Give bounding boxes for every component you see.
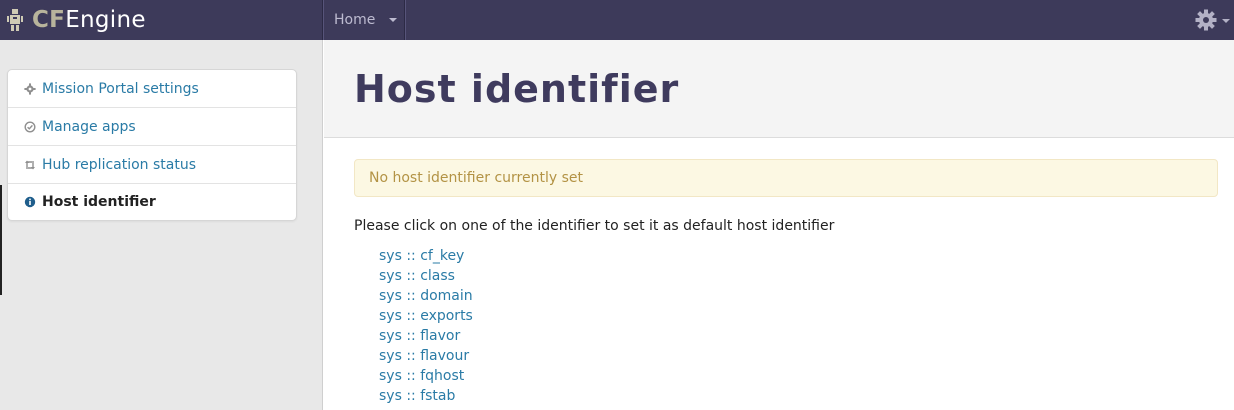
list-item: sys :: domain: [379, 286, 473, 306]
settings-menu-button[interactable]: [1192, 6, 1232, 34]
identifier-link[interactable]: sys :: fstab: [379, 388, 455, 404]
list-item: sys :: flavor: [379, 326, 473, 346]
identifier-link[interactable]: sys :: exports: [379, 308, 473, 324]
top-navbar: CFEngine Home: [0, 0, 1234, 40]
home-menu-dropdown[interactable]: Home: [323, 0, 405, 40]
identifier-link[interactable]: sys :: flavour: [379, 348, 469, 364]
check-circle-icon: [24, 120, 36, 133]
page-title: Host identifier: [354, 67, 680, 111]
sidebar-item-label: Mission Portal settings: [42, 80, 199, 97]
warning-alert: No host identifier currently set: [354, 159, 1218, 197]
list-item: sys :: cf_key: [379, 246, 473, 266]
window-edge-marker: [0, 185, 2, 295]
sidebar-item-label: Host identifier: [42, 194, 156, 210]
sidebar-item-manage-apps[interactable]: Manage apps: [8, 108, 296, 146]
instructions-text: Please click on one of the identifier to…: [354, 218, 835, 234]
sidebar-item-label: Manage apps: [42, 118, 136, 135]
identifier-link[interactable]: sys :: class: [379, 268, 455, 284]
chevron-down-icon: [1222, 19, 1230, 23]
identifier-link[interactable]: sys :: cf_key: [379, 248, 464, 264]
main-content: Host identifier No host identifier curre…: [324, 40, 1234, 410]
list-item: sys :: flavour: [379, 346, 473, 366]
brand-name: CFEngine: [32, 4, 146, 36]
cfengine-logo[interactable]: CFEngine: [6, 4, 146, 36]
sidebar-item-label: Hub replication status: [42, 156, 197, 173]
chevron-down-icon: [389, 18, 397, 22]
nav-divider: [405, 0, 406, 40]
robot-logo-icon: [6, 8, 24, 32]
gear-icon: [1194, 8, 1218, 36]
sidebar-item-mission-portal-settings[interactable]: Mission Portal settings: [8, 70, 296, 108]
list-item: sys :: class: [379, 266, 473, 286]
identifier-list: sys :: cf_key sys :: class sys :: domain…: [379, 246, 473, 406]
page-header: Host identifier: [324, 40, 1234, 138]
left-sidebar: Mission Portal settings Manage apps Hub …: [0, 40, 323, 410]
info-icon: [24, 196, 36, 208]
list-item: sys :: fqhost: [379, 366, 473, 386]
sidebar-item-host-identifier[interactable]: Host identifier: [8, 184, 296, 220]
sync-icon: [24, 159, 36, 171]
identifier-link[interactable]: sys :: fqhost: [379, 368, 464, 384]
brand-prefix: CF: [32, 7, 66, 33]
settings-nav: Mission Portal settings Manage apps Hub …: [7, 69, 297, 221]
brand-suffix: Engine: [65, 7, 146, 33]
gear-icon: [24, 82, 36, 95]
sidebar-item-hub-replication-status[interactable]: Hub replication status: [8, 146, 296, 184]
identifier-link[interactable]: sys :: domain: [379, 288, 473, 304]
home-menu-label: Home: [334, 12, 376, 28]
alert-text: No host identifier currently set: [369, 170, 583, 186]
identifier-link[interactable]: sys :: flavor: [379, 328, 460, 344]
list-item: sys :: exports: [379, 306, 473, 326]
list-item: sys :: fstab: [379, 386, 473, 406]
